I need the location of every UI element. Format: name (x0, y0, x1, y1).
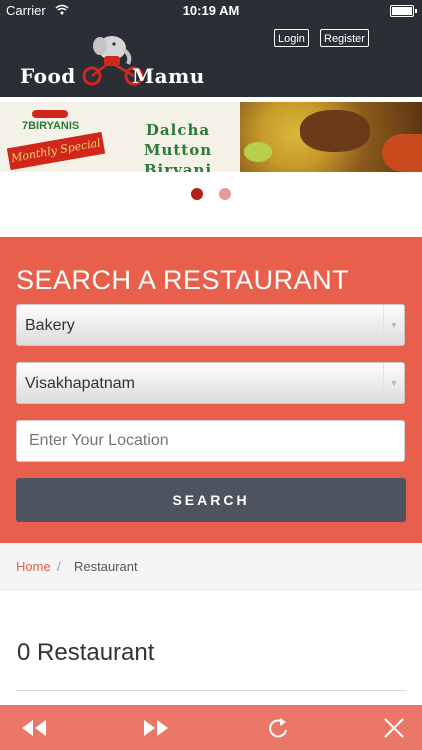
battery-icon (390, 5, 417, 17)
banner-dish-name: Dalcha Mutton Biryani (108, 120, 248, 172)
city-select[interactable]: Visakhapatnam ▼ (16, 362, 405, 404)
refresh-icon[interactable] (262, 713, 294, 743)
category-select-value: Bakery (25, 317, 75, 334)
carousel-dots (0, 187, 422, 205)
foodmamu-logo[interactable]: Food Mamu (20, 32, 220, 92)
rewind-icon[interactable] (18, 713, 50, 743)
banner-ribbon: Monthly Special (6, 131, 106, 171)
breadcrumb-separator: / (57, 559, 61, 574)
chili-icon (32, 110, 68, 118)
chevron-down-icon: ▼ (383, 305, 404, 345)
location-input[interactable] (16, 420, 405, 462)
app-header: Food Mamu Login Register (0, 20, 422, 97)
close-icon[interactable] (378, 713, 410, 743)
dish-line-2: Mutton Biryani (143, 141, 213, 172)
divider (16, 690, 406, 691)
dish-line-1: Dalcha (145, 121, 211, 139)
breadcrumb: Home / Restaurant (0, 543, 422, 590)
search-button[interactable]: SEARCH (16, 478, 406, 522)
city-select-value: Visakhapatnam (25, 375, 135, 392)
biryani-photo (240, 102, 422, 172)
logo-word-mamu: Mamu (132, 64, 205, 88)
fast-forward-icon[interactable] (140, 713, 172, 743)
promo-banner-image[interactable]: 7BIRYANIS Monthly Special Dalcha Mutton … (0, 102, 422, 172)
promo-carousel[interactable]: 7BIRYANIS Monthly Special Dalcha Mutton … (0, 97, 422, 237)
chevron-down-icon: ▼ (383, 363, 404, 403)
search-title: SEARCH A RESTAURANT (16, 265, 350, 295)
logo-word-food: Food (20, 64, 76, 88)
register-button[interactable]: Register (320, 29, 369, 47)
login-button[interactable]: Login (274, 29, 309, 47)
clock: 10:19 AM (182, 3, 240, 18)
category-select[interactable]: Bakery ▼ (16, 304, 405, 346)
carousel-dot-2[interactable] (219, 188, 232, 200)
browser-toolbar (0, 705, 422, 750)
breadcrumb-home-link[interactable]: Home (16, 559, 51, 574)
status-bar: Carrier 10:19 AM (0, 0, 422, 20)
banner-brand: 7BIRYANIS (22, 120, 80, 132)
breadcrumb-current: Restaurant (74, 559, 138, 574)
search-panel: SEARCH A RESTAURANT Bakery ▼ Visakhapatn… (0, 237, 422, 543)
carousel-dot-1[interactable] (190, 188, 203, 200)
results-count: 0 Restaurant (17, 639, 155, 666)
